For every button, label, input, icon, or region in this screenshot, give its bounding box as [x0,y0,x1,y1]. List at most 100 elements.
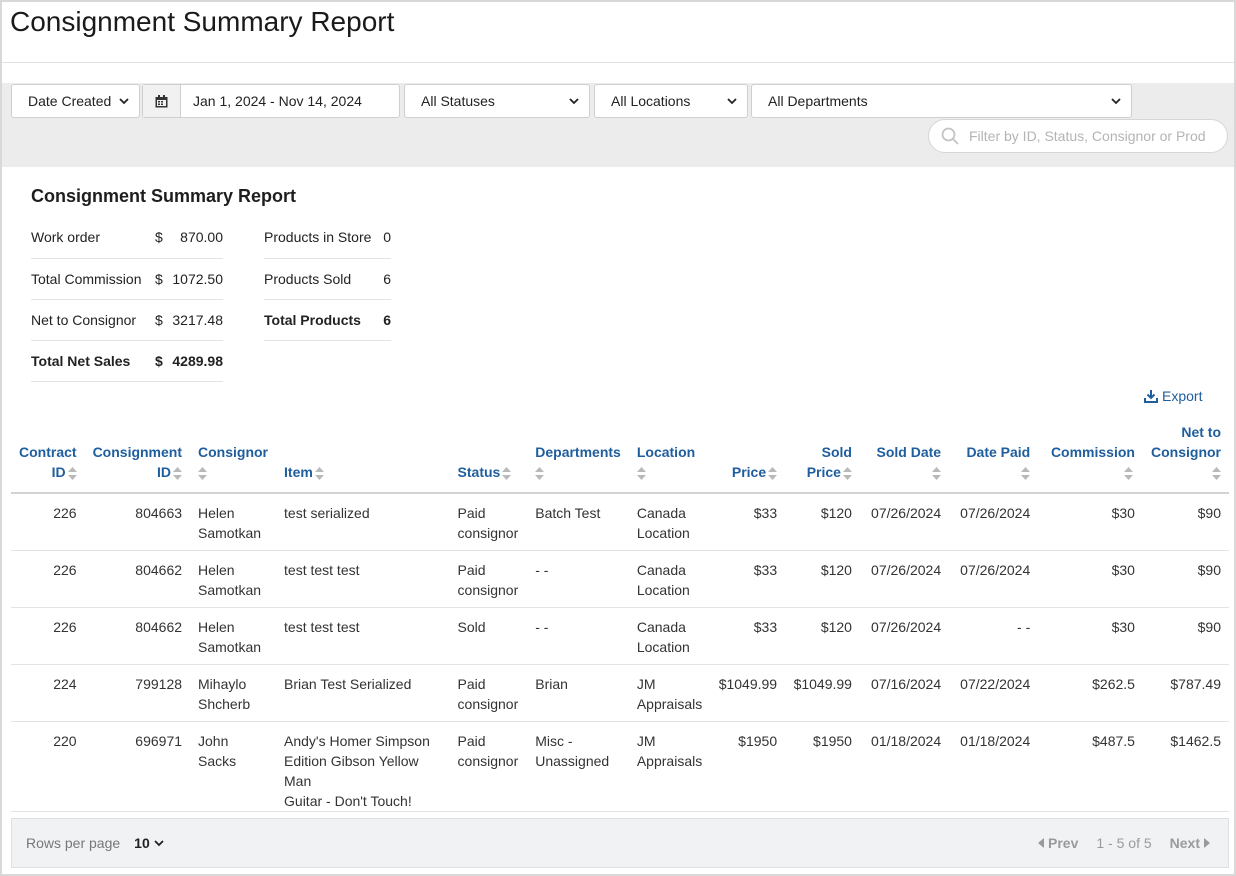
table-row: 224 799128 Mihaylo Shcherb Brian Test Ser… [11,664,1229,722]
chevron-down-icon [727,98,737,105]
summary-label: Total Net Sales [31,340,155,382]
column-header-departments[interactable]: Departments [527,420,629,494]
cell-item: Andy's Homer Simpson Edition Gibson Yello… [276,721,450,812]
sort-icon[interactable] [768,466,778,480]
cell-consignor: Helen Samotkan [190,493,277,551]
summary-row-total: Total Products 6 [264,299,391,341]
column-header-net-to-consignor[interactable]: Net to Consignor [1142,420,1229,494]
cell-net-to-consignor: $90 [1142,493,1229,551]
cell-commission: $30 [1038,607,1143,665]
cell-consignment-id: 804662 [84,550,191,608]
summary-products: Products in Store 0 Products Sold 6 Tota… [264,217,391,341]
sort-icon[interactable] [67,466,77,480]
summary-value: 1072.50 [169,258,223,300]
cell-commission: $30 [1038,493,1143,551]
column-header-contract-id[interactable]: Contract ID [11,420,85,494]
calendar-icon[interactable] [143,85,181,117]
cell-contract-id: 226 [11,493,85,551]
search-icon [941,127,959,145]
chevron-down-icon [119,98,129,105]
table-row: 226 804662 Helen Samotkan test test test … [11,607,1229,665]
status-select[interactable]: All Statuses [404,84,590,118]
cell-consignment-id: 804663 [84,493,191,551]
cell-status: Paid consignor [449,550,528,608]
date-field-value: Date Created [28,93,112,109]
column-header-commission[interactable]: Commission [1038,420,1143,494]
department-select[interactable]: All Departments [751,84,1132,118]
cell-departments: - - [527,550,629,608]
rows-per-page-select[interactable]: 10 [134,835,164,851]
cell-commission: $30 [1038,550,1143,608]
column-header-price[interactable]: Price [710,420,786,494]
column-header-consignor[interactable]: Consignor [190,420,277,494]
cell-sold-date: 07/26/2024 [859,550,950,608]
cell-contract-id: 226 [11,550,85,608]
pager: Prev 1 - 5 of 5 Next [1038,835,1210,851]
cell-status: Paid consignor [449,664,528,722]
cell-departments: Batch Test [527,493,629,551]
cell-contract-id: 226 [11,607,85,665]
next-page-button[interactable]: Next [1170,835,1210,851]
cell-sold-date: 01/18/2024 [859,721,950,812]
table-row: 220 696971 John Sacks Andy's Homer Simpso… [11,721,1229,812]
summary-value: 0 [382,217,391,259]
currency-symbol: $ [155,340,169,382]
sort-icon[interactable] [173,466,183,480]
cell-departments: Brian [527,664,629,722]
cell-price: $33 [710,550,786,608]
date-field-select[interactable]: Date Created [11,84,140,118]
page-range: 1 - 5 of 5 [1096,835,1152,851]
cell-consignment-id: 696971 [84,721,191,812]
cell-price: $33 [710,607,786,665]
cell-item: test test test [276,550,450,608]
sort-icon[interactable] [842,466,852,480]
search-box [928,119,1228,153]
column-header-location[interactable]: Location [628,420,711,494]
date-range-picker[interactable]: Jan 1, 2024 - Nov 14, 2024 [142,84,400,118]
currency-symbol: $ [155,217,169,259]
cell-commission: $487.5 [1038,721,1143,812]
currency-symbol: $ [155,299,169,341]
column-header-sold-date[interactable]: Sold Date [859,420,950,494]
sort-icon[interactable] [1123,466,1133,480]
cell-net-to-consignor: $787.49 [1142,664,1229,722]
cell-consignor: Helen Samotkan [190,550,277,608]
summary-row: Total Commission $ 1072.50 [31,258,223,300]
summary-value: 6 [382,258,391,300]
sort-icon[interactable] [636,466,646,480]
cell-consignment-id: 804662 [84,607,191,665]
cell-status: Paid consignor [449,493,528,551]
sort-icon[interactable] [198,466,208,480]
cell-item: test test test [276,607,450,665]
cell-departments: Misc - Unassigned [527,721,629,812]
cell-location: Canada Location [628,607,711,665]
currency-symbol: $ [155,258,169,300]
summary-financials: Work order $ 870.00 Total Commission $ 1… [31,217,223,382]
summary-row: Work order $ 870.00 [31,217,223,259]
location-select[interactable]: All Locations [594,84,748,118]
cell-date-paid: 07/26/2024 [949,550,1039,608]
sort-icon[interactable] [1212,466,1221,480]
sort-icon[interactable] [932,466,942,480]
status-select-value: All Statuses [421,93,495,109]
sort-icon[interactable] [314,466,324,480]
column-header-sold-price[interactable]: Sold Price [785,420,860,494]
cell-commission: $262.5 [1038,664,1143,722]
cell-net-to-consignor: $90 [1142,607,1229,665]
column-header-consignment-id[interactable]: Consignment ID [84,420,191,494]
column-header-status[interactable]: Status [449,420,528,494]
prev-page-button[interactable]: Prev [1038,835,1078,851]
search-input[interactable] [967,127,1207,145]
caret-right-icon [1204,838,1210,848]
sort-icon[interactable] [502,466,512,480]
cell-price: $33 [710,493,786,551]
column-header-date-paid[interactable]: Date Paid [949,420,1039,494]
column-header-item[interactable]: Item [276,420,450,494]
sort-icon[interactable] [535,466,545,480]
cell-status: Paid consignor [449,721,528,812]
date-range-value: Jan 1, 2024 - Nov 14, 2024 [193,93,362,109]
cell-price: $1049.99 [710,664,786,722]
summary-row: Net to Consignor $ 3217.48 [31,299,223,341]
export-button[interactable]: Export [1144,388,1202,404]
sort-icon[interactable] [1021,466,1031,480]
